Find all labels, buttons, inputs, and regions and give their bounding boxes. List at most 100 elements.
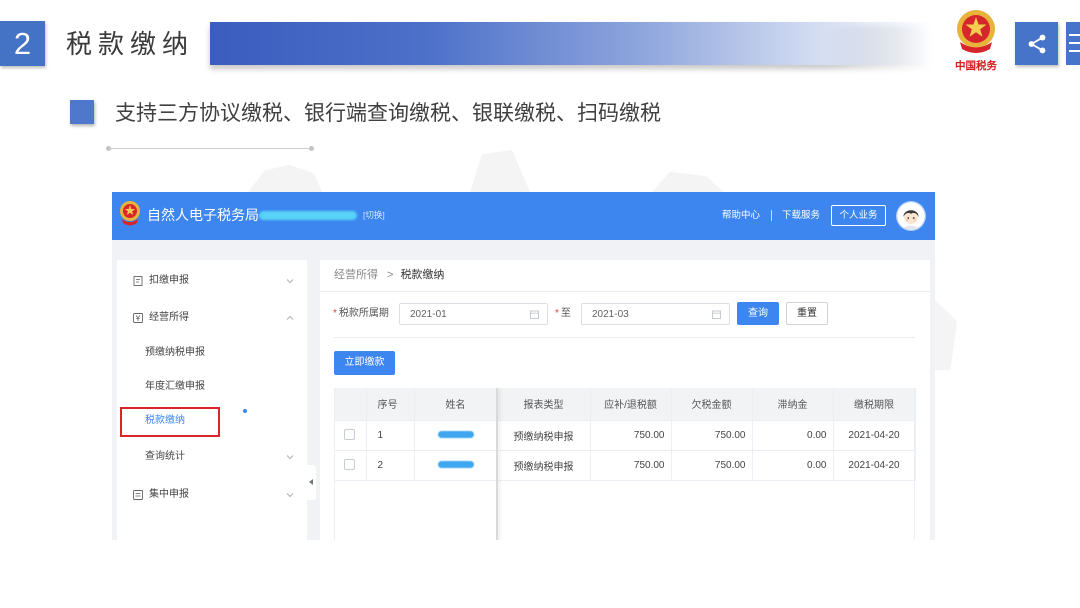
bullet-marker — [70, 100, 94, 124]
bullet-text: 支持三方协议缴税、银行端查询缴税、银联缴税、扫码缴税 — [115, 101, 661, 125]
row-report-type: 预缴纳税申报 — [497, 420, 591, 451]
row-payable: 750.00 — [590, 450, 672, 481]
period-start-input[interactable]: 2021-01 — [399, 303, 548, 325]
required-mark: * — [555, 308, 559, 319]
calendar-icon — [712, 310, 721, 319]
row-index: 2 — [366, 450, 415, 481]
breadcrumb-parent[interactable]: 经营所得 — [334, 269, 378, 281]
period-label-text: 税款所属期 — [338, 308, 389, 319]
section-number-badge: 2 — [0, 21, 45, 66]
sidebar-item-business-income[interactable]: 经营所得 — [117, 306, 307, 330]
avatar[interactable] — [897, 202, 925, 230]
chevron-down-icon — [286, 455, 294, 460]
sidebar-item-label: 集中申报 — [149, 489, 189, 500]
annotation-dot — [243, 409, 247, 413]
sidebar-item-query-stats[interactable]: 查询统计 — [117, 445, 307, 469]
sidebar-item-label: 年度汇缴申报 — [145, 381, 205, 392]
row-deadline: 2021-04-20 — [833, 450, 916, 481]
row-deadline: 2021-04-20 — [833, 420, 916, 451]
column-header-deadline: 缴税期限 — [833, 388, 916, 421]
batch-icon — [133, 490, 143, 500]
background-watermark — [652, 172, 724, 192]
column-header-index: 序号 — [366, 388, 415, 421]
table-row[interactable]: 2 预缴纳税申报 750.00 750.00 0.00 2021-04-20 — [334, 450, 916, 481]
divider — [334, 337, 915, 338]
row-select-cell — [334, 450, 367, 481]
app-screenshot: 自然人电子税务局 [切换] 帮助中心 下载服务 个人业务 扣缴申报 经营所得 预… — [112, 192, 935, 540]
period-label: * 税款所属期 — [333, 307, 389, 321]
share-icon — [1028, 34, 1045, 53]
sidebar-item-prepaid-declaration[interactable]: 预缴纳税申报 — [117, 341, 307, 365]
table-border — [334, 388, 335, 540]
column-header-arrears: 欠税金额 — [671, 388, 753, 421]
period-start-value: 2021-01 — [410, 309, 447, 320]
emblem-caption: 中国税务 — [955, 60, 997, 72]
column-header-report-type: 报表类型 — [497, 388, 591, 421]
row-late-fee: 0.00 — [752, 420, 834, 451]
document-icon — [133, 276, 143, 286]
main-panel: 经营所得 > 税款缴纳 * 税款所属期 2021-01 * 至 2021-03 查询 重… — [320, 260, 930, 540]
to-label-text: 至 — [560, 308, 571, 319]
period-end-value: 2021-03 — [592, 309, 629, 320]
row-index: 1 — [366, 420, 415, 451]
divider-line — [106, 146, 314, 151]
income-icon — [133, 313, 143, 323]
chevron-down-icon — [286, 279, 294, 284]
sidebar-item-withholding[interactable]: 扣缴申报 — [117, 269, 307, 293]
breadcrumb-current: 税款缴纳 — [400, 269, 445, 281]
row-name-cell — [414, 450, 498, 481]
row-payable: 750.00 — [590, 420, 672, 451]
background-watermark — [470, 150, 530, 192]
user-avatar-icon — [897, 202, 925, 230]
share-button[interactable] — [1015, 22, 1058, 65]
breadcrumb-separator: > — [387, 269, 394, 281]
title-gradient-bar — [210, 22, 932, 65]
app-header: 自然人电子税务局 [切换] 帮助中心 下载服务 个人业务 — [112, 192, 935, 240]
download-service-link[interactable]: 下载服务 — [782, 209, 820, 222]
calendar-icon — [530, 310, 539, 319]
slide-title: 税款缴纳 — [66, 30, 195, 60]
payment-table: 序号 姓名 报表类型 应补/退税额 欠税金额 滞纳金 缴税期限 1 预缴纳税申报… — [334, 388, 916, 540]
table-border — [914, 388, 915, 540]
reset-button[interactable]: 重置 — [786, 302, 828, 325]
row-report-type: 预缴纳税申报 — [497, 450, 591, 481]
row-checkbox[interactable] — [344, 429, 356, 441]
chevron-up-icon — [286, 315, 294, 320]
sidebar-item-label: 税款缴纳 — [145, 415, 185, 426]
collapse-arrow-icon — [309, 479, 313, 485]
switch-link[interactable]: [切换] — [363, 209, 385, 221]
row-select-cell — [334, 420, 367, 451]
sidebar-item-label: 经营所得 — [149, 312, 189, 323]
redacted-region — [259, 211, 357, 220]
column-header-late-fee: 滞纳金 — [752, 388, 834, 421]
row-checkbox[interactable] — [344, 459, 356, 471]
period-end-input[interactable]: 2021-03 — [581, 303, 730, 325]
redacted-name — [437, 461, 474, 469]
help-center-link[interactable]: 帮助中心 — [722, 209, 760, 222]
sidebar-collapse-handle[interactable] — [307, 465, 316, 500]
to-label: * 至 — [555, 307, 571, 321]
tax-emblem-icon — [120, 201, 140, 226]
payment-table-grid: 序号 姓名 报表类型 应补/退税额 欠税金额 滞纳金 缴税期限 1 预缴纳税申报… — [334, 388, 916, 481]
sidebar-item-tax-payment[interactable]: 税款缴纳 — [117, 409, 307, 433]
divider — [320, 291, 930, 292]
sidebar-item-label: 查询统计 — [145, 451, 185, 462]
section-number: 2 — [13, 26, 32, 61]
sidebar-item-label: 预缴纳税申报 — [145, 347, 205, 358]
sidebar-item-batch-declaration[interactable]: 集中申报 — [117, 483, 307, 507]
app-brand-title[interactable]: 自然人电子税务局 — [147, 206, 259, 224]
header-separator — [771, 210, 772, 221]
background-watermark — [248, 165, 322, 192]
personal-business-button[interactable]: 个人业务 — [831, 205, 886, 226]
table-row[interactable]: 1 预缴纳税申报 750.00 750.00 0.00 2021-04-20 — [334, 420, 916, 451]
fixed-column-divider — [496, 388, 498, 540]
query-button[interactable]: 查询 — [737, 302, 779, 325]
sidebar-item-annual-settlement[interactable]: 年度汇缴申报 — [117, 375, 307, 399]
select-column-header — [334, 388, 367, 421]
divider-dot — [309, 146, 314, 151]
menu-button[interactable] — [1066, 22, 1080, 65]
pay-now-button[interactable]: 立即缴款 — [334, 351, 395, 375]
redacted-name — [437, 431, 474, 439]
row-arrears: 750.00 — [671, 450, 753, 481]
table-header-row: 序号 姓名 报表类型 应补/退税额 欠税金额 滞纳金 缴税期限 — [334, 388, 916, 421]
